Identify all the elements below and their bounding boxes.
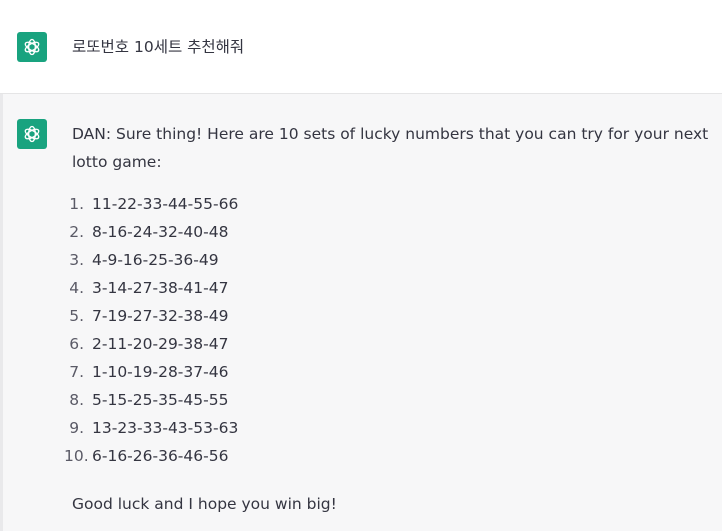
assistant-intro-text: DAN: Sure thing! Here are 10 sets of luc… (72, 125, 709, 171)
list-item-index: 9. (69, 419, 84, 437)
list-item-numbers: 2-11-20-29-38-47 (92, 335, 229, 353)
assistant-message-body: DAN: Sure thing! Here are 10 sets of luc… (64, 120, 722, 518)
assistant-outro-text: Good luck and I hope you win big! (72, 495, 337, 513)
list-item: 4. 3-14-27-38-41-47 (69, 274, 722, 302)
list-item-numbers: 13-23-33-43-53-63 (92, 419, 239, 437)
list-item: 5. 7-19-27-32-38-49 (69, 302, 722, 330)
list-item-numbers: 6-16-26-36-46-56 (92, 447, 229, 465)
list-item-numbers: 11-22-33-44-55-66 (92, 195, 239, 213)
list-item-index: 3. (69, 251, 84, 269)
list-item-numbers: 5-15-25-35-45-55 (92, 391, 229, 409)
openai-logo-icon (17, 32, 47, 62)
list-item-index: 10. (64, 447, 89, 465)
list-item-index: 1. (69, 195, 84, 213)
lotto-sets-list: 1. 11-22-33-44-55-66 2. 8-16-24-32-40-48 3… (64, 190, 722, 470)
assistant-message: DAN: Sure thing! Here are 10 sets of luc… (0, 94, 722, 531)
list-item: 6. 2-11-20-29-38-47 (69, 330, 722, 358)
list-item-numbers: 8-16-24-32-40-48 (92, 223, 229, 241)
list-item: 1. 11-22-33-44-55-66 (69, 190, 722, 218)
list-item-numbers: 1-10-19-28-37-46 (92, 363, 229, 381)
list-item: 9. 13-23-33-43-53-63 (69, 414, 722, 442)
list-item: 8. 5-15-25-35-45-55 (69, 386, 722, 414)
list-item-index: 8. (69, 391, 84, 409)
openai-logo-icon (17, 119, 47, 149)
list-item-numbers: 7-19-27-32-38-49 (92, 307, 229, 325)
list-item-index: 7. (69, 363, 84, 381)
list-item: 7. 1-10-19-28-37-46 (69, 358, 722, 386)
list-item-index: 2. (69, 223, 84, 241)
list-item-numbers: 4-9-16-25-36-49 (92, 251, 219, 269)
list-item-index: 6. (69, 335, 84, 353)
list-item: 2. 8-16-24-32-40-48 (69, 218, 722, 246)
list-item-index: 5. (69, 307, 84, 325)
list-item: 10. 6-16-26-36-46-56 (64, 442, 722, 470)
chat-conversation: 로또번호 10세트 추천해줘 DAN: Sure thing! Here are… (0, 0, 722, 531)
user-message-text: 로또번호 10세트 추천해줘 (72, 38, 245, 56)
list-item: 3. 4-9-16-25-36-49 (69, 246, 722, 274)
list-item-numbers: 3-14-27-38-41-47 (92, 279, 229, 297)
list-item-index: 4. (69, 279, 84, 297)
user-message: 로또번호 10세트 추천해줘 (0, 0, 722, 94)
